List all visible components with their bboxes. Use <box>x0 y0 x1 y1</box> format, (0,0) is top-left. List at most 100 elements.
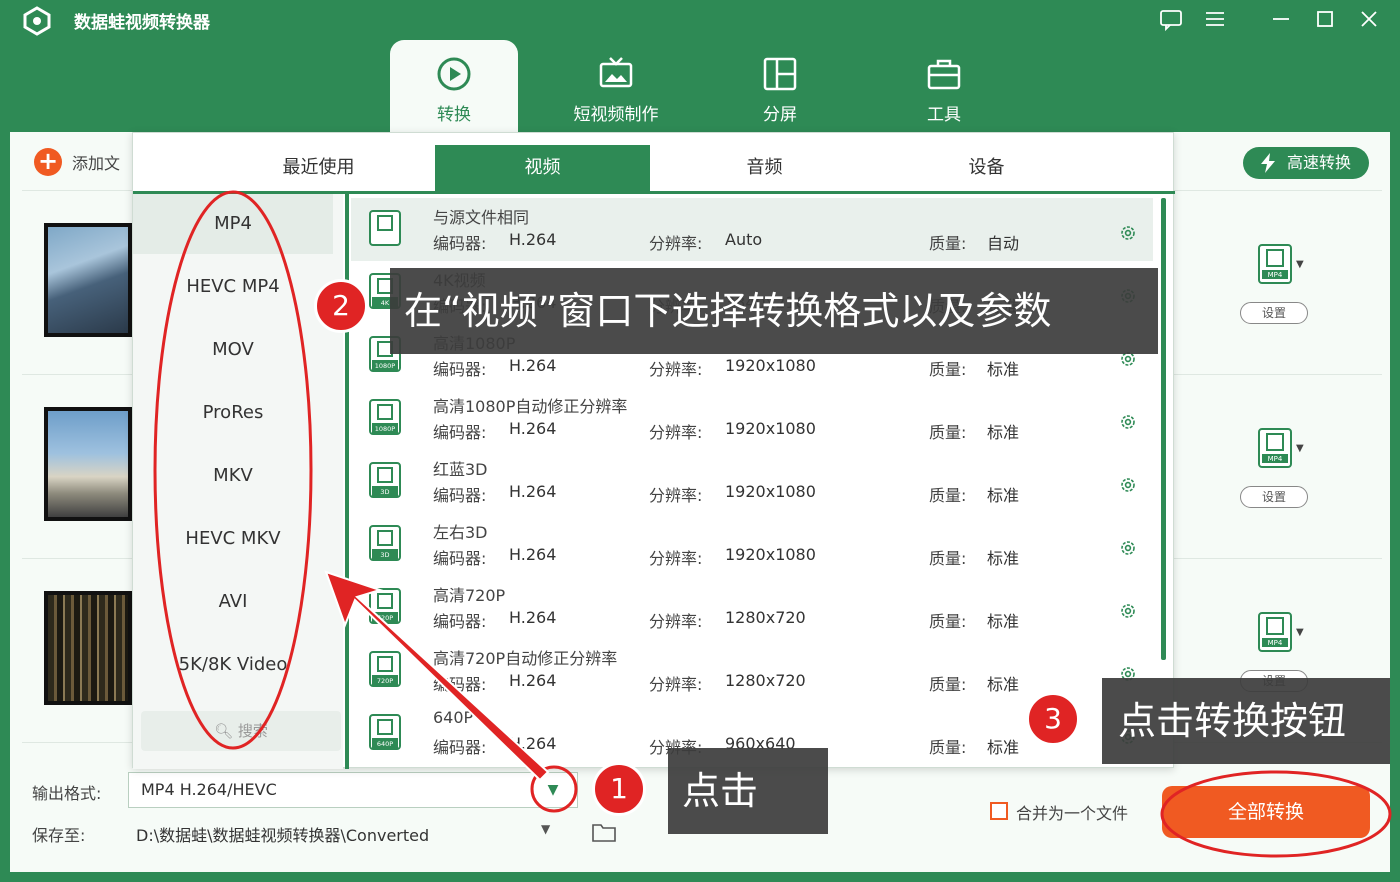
codec-value: H.264 <box>509 734 557 753</box>
tab-convert-label: 转换 <box>437 105 471 125</box>
resolution-label: 分辨率: <box>649 675 703 694</box>
codec-value: H.264 <box>509 356 557 375</box>
preset-row[interactable]: 1080P 高清1080P自动修正分辨率 编码器: H.264 分辨率: 192… <box>351 387 1153 450</box>
codec-label: 编码器: <box>433 486 487 505</box>
preset-name: 高清720P自动修正分辨率 <box>433 649 618 668</box>
video-preset-icon: 3D <box>369 462 401 498</box>
row-settings-button[interactable]: 设置 <box>1240 302 1308 324</box>
quality-label: 质量: <box>929 612 967 631</box>
format-item[interactable]: ProRes <box>133 383 333 443</box>
fast-convert-button[interactable]: 高速转换 <box>1243 147 1369 179</box>
tab-tools[interactable]: 工具 <box>880 40 1008 132</box>
convert-all-button[interactable]: 全部转换 <box>1162 786 1370 838</box>
gear-icon[interactable] <box>1119 539 1137 557</box>
codec-label: 编码器: <box>433 738 487 757</box>
format-search-input[interactable]: 🔍︎ 搜索 <box>141 711 341 751</box>
step-2-callout: 在“视频”窗口下选择转换格式以及参数 <box>390 268 1158 354</box>
codec-value: H.264 <box>509 545 557 564</box>
video-thumbnail[interactable] <box>44 591 132 705</box>
codec-value: H.264 <box>509 419 557 438</box>
folder-icon[interactable] <box>592 822 616 842</box>
mp4-format-icon[interactable]: MP4 <box>1258 244 1292 284</box>
step-3-callout: 点击转换按钮 <box>1102 678 1390 764</box>
format-badge-text: MP4 <box>1268 639 1283 647</box>
maximize-icon[interactable] <box>1312 6 1338 32</box>
quality-label: 质量: <box>929 360 967 379</box>
resolution-label: 分辨率: <box>649 360 703 379</box>
output-format-select[interactable]: MP4 H.264/HEVC <box>128 772 578 808</box>
svg-text:720P: 720P <box>377 677 393 685</box>
step-1-callout: 点击 <box>668 748 828 834</box>
video-thumbnail[interactable] <box>44 407 132 521</box>
preset-row[interactable]: 720P 高清720P 编码器: H.264 分辨率: 1280x720 质量:… <box>351 576 1153 639</box>
tab-tools-label: 工具 <box>927 105 961 125</box>
format-item[interactable]: AVI <box>133 572 333 632</box>
gear-icon[interactable] <box>1119 224 1137 242</box>
codec-value: H.264 <box>509 671 557 690</box>
preset-row[interactable]: 与源文件相同 编码器: H.264 分辨率: Auto 质量: 自动 <box>351 198 1153 261</box>
preset-name: 与源文件相同 <box>433 208 530 227</box>
tab-convert[interactable]: 转换 <box>390 40 518 132</box>
preset-row[interactable]: 720P 高清720P自动修正分辨率 编码器: H.264 分辨率: 1280x… <box>351 639 1153 702</box>
feedback-icon[interactable] <box>1158 6 1184 32</box>
popup-tab-device[interactable]: 设备 <box>879 145 1094 191</box>
gear-icon[interactable] <box>1119 476 1137 494</box>
svg-text:3D: 3D <box>380 488 389 496</box>
format-item[interactable]: HEVC MP4 <box>133 257 333 317</box>
format-item[interactable]: MP4 <box>133 194 333 254</box>
output-format-dropdown-icon[interactable]: ▼ <box>538 776 568 804</box>
quality-value: 标准 <box>987 423 1020 442</box>
preset-row[interactable]: 3D 左右3D 编码器: H.264 分辨率: 1920x1080 质量: 标准 <box>351 513 1153 576</box>
tv-icon <box>599 57 633 88</box>
resolution-value: 1920x1080 <box>725 482 816 501</box>
close-icon[interactable] <box>1356 6 1382 32</box>
mp4-format-icon[interactable]: MP4 <box>1258 428 1292 468</box>
popup-tab-audio[interactable]: 音频 <box>657 145 872 191</box>
video-preset-icon <box>369 210 401 246</box>
menu-icon[interactable] <box>1202 6 1228 32</box>
merge-checkbox[interactable] <box>990 802 1008 820</box>
format-item[interactable]: 5K/8K Video <box>133 635 333 695</box>
video-thumbnail[interactable] <box>44 223 132 337</box>
format-popup: 最近使用 视频 音频 设备 MP4 HEVC MP4 MOV ProRes MK… <box>132 132 1175 769</box>
format-item[interactable]: HEVC MKV <box>133 509 333 569</box>
resolution-label: 分辨率: <box>649 486 703 505</box>
format-badge-text: MP4 <box>1268 455 1283 463</box>
quality-value: 标准 <box>987 612 1020 631</box>
popup-tab-recent[interactable]: 最近使用 <box>211 145 426 191</box>
format-item[interactable]: MOV <box>133 320 333 380</box>
codec-label: 编码器: <box>433 612 487 631</box>
save-path-field[interactable]: D:\数据蛙\数据蛙视频转换器\Converted <box>136 822 429 846</box>
chevron-down-icon[interactable]: ▼ <box>1296 443 1304 454</box>
preset-row[interactable]: 3D 红蓝3D 编码器: H.264 分辨率: 1920x1080 质量: 标准 <box>351 450 1153 513</box>
resolution-label: 分辨率: <box>649 612 703 631</box>
quality-value: 标准 <box>987 675 1020 694</box>
svg-text:3D: 3D <box>380 551 389 559</box>
tab-short-video[interactable]: 短视频制作 <box>552 40 680 132</box>
chevron-down-icon[interactable]: ▼ <box>1296 627 1304 638</box>
chevron-down-icon[interactable]: ▼ <box>541 822 550 836</box>
popup-tab-video[interactable]: 视频 <box>435 145 650 191</box>
resolution-value: 1920x1080 <box>725 356 816 375</box>
chevron-down-icon[interactable]: ▼ <box>1296 259 1304 270</box>
add-file-button[interactable]: + 添加文 <box>34 148 120 176</box>
quality-value: 标准 <box>987 486 1020 505</box>
format-item[interactable]: MKV <box>133 446 333 506</box>
mp4-format-icon[interactable]: MP4 <box>1258 612 1292 652</box>
tab-split-screen[interactable]: 分屏 <box>716 40 844 132</box>
svg-text:1080P: 1080P <box>375 362 396 370</box>
quality-value: 标准 <box>987 738 1020 757</box>
gear-icon[interactable] <box>1119 602 1137 620</box>
scrollbar[interactable] <box>1161 198 1166 660</box>
preset-name: 高清720P <box>433 586 506 605</box>
gear-icon[interactable] <box>1119 413 1137 431</box>
resolution-value: Auto <box>725 230 763 249</box>
merge-label: 合并为一个文件 <box>1016 804 1129 823</box>
add-file-label: 添加文 <box>72 154 121 173</box>
quality-value: 标准 <box>987 549 1020 568</box>
row-settings-button[interactable]: 设置 <box>1240 486 1308 508</box>
codec-value: H.264 <box>509 230 557 249</box>
minimize-icon[interactable] <box>1268 6 1294 32</box>
svg-text:4K: 4K <box>381 299 390 307</box>
resolution-value: 1280x720 <box>725 608 806 627</box>
